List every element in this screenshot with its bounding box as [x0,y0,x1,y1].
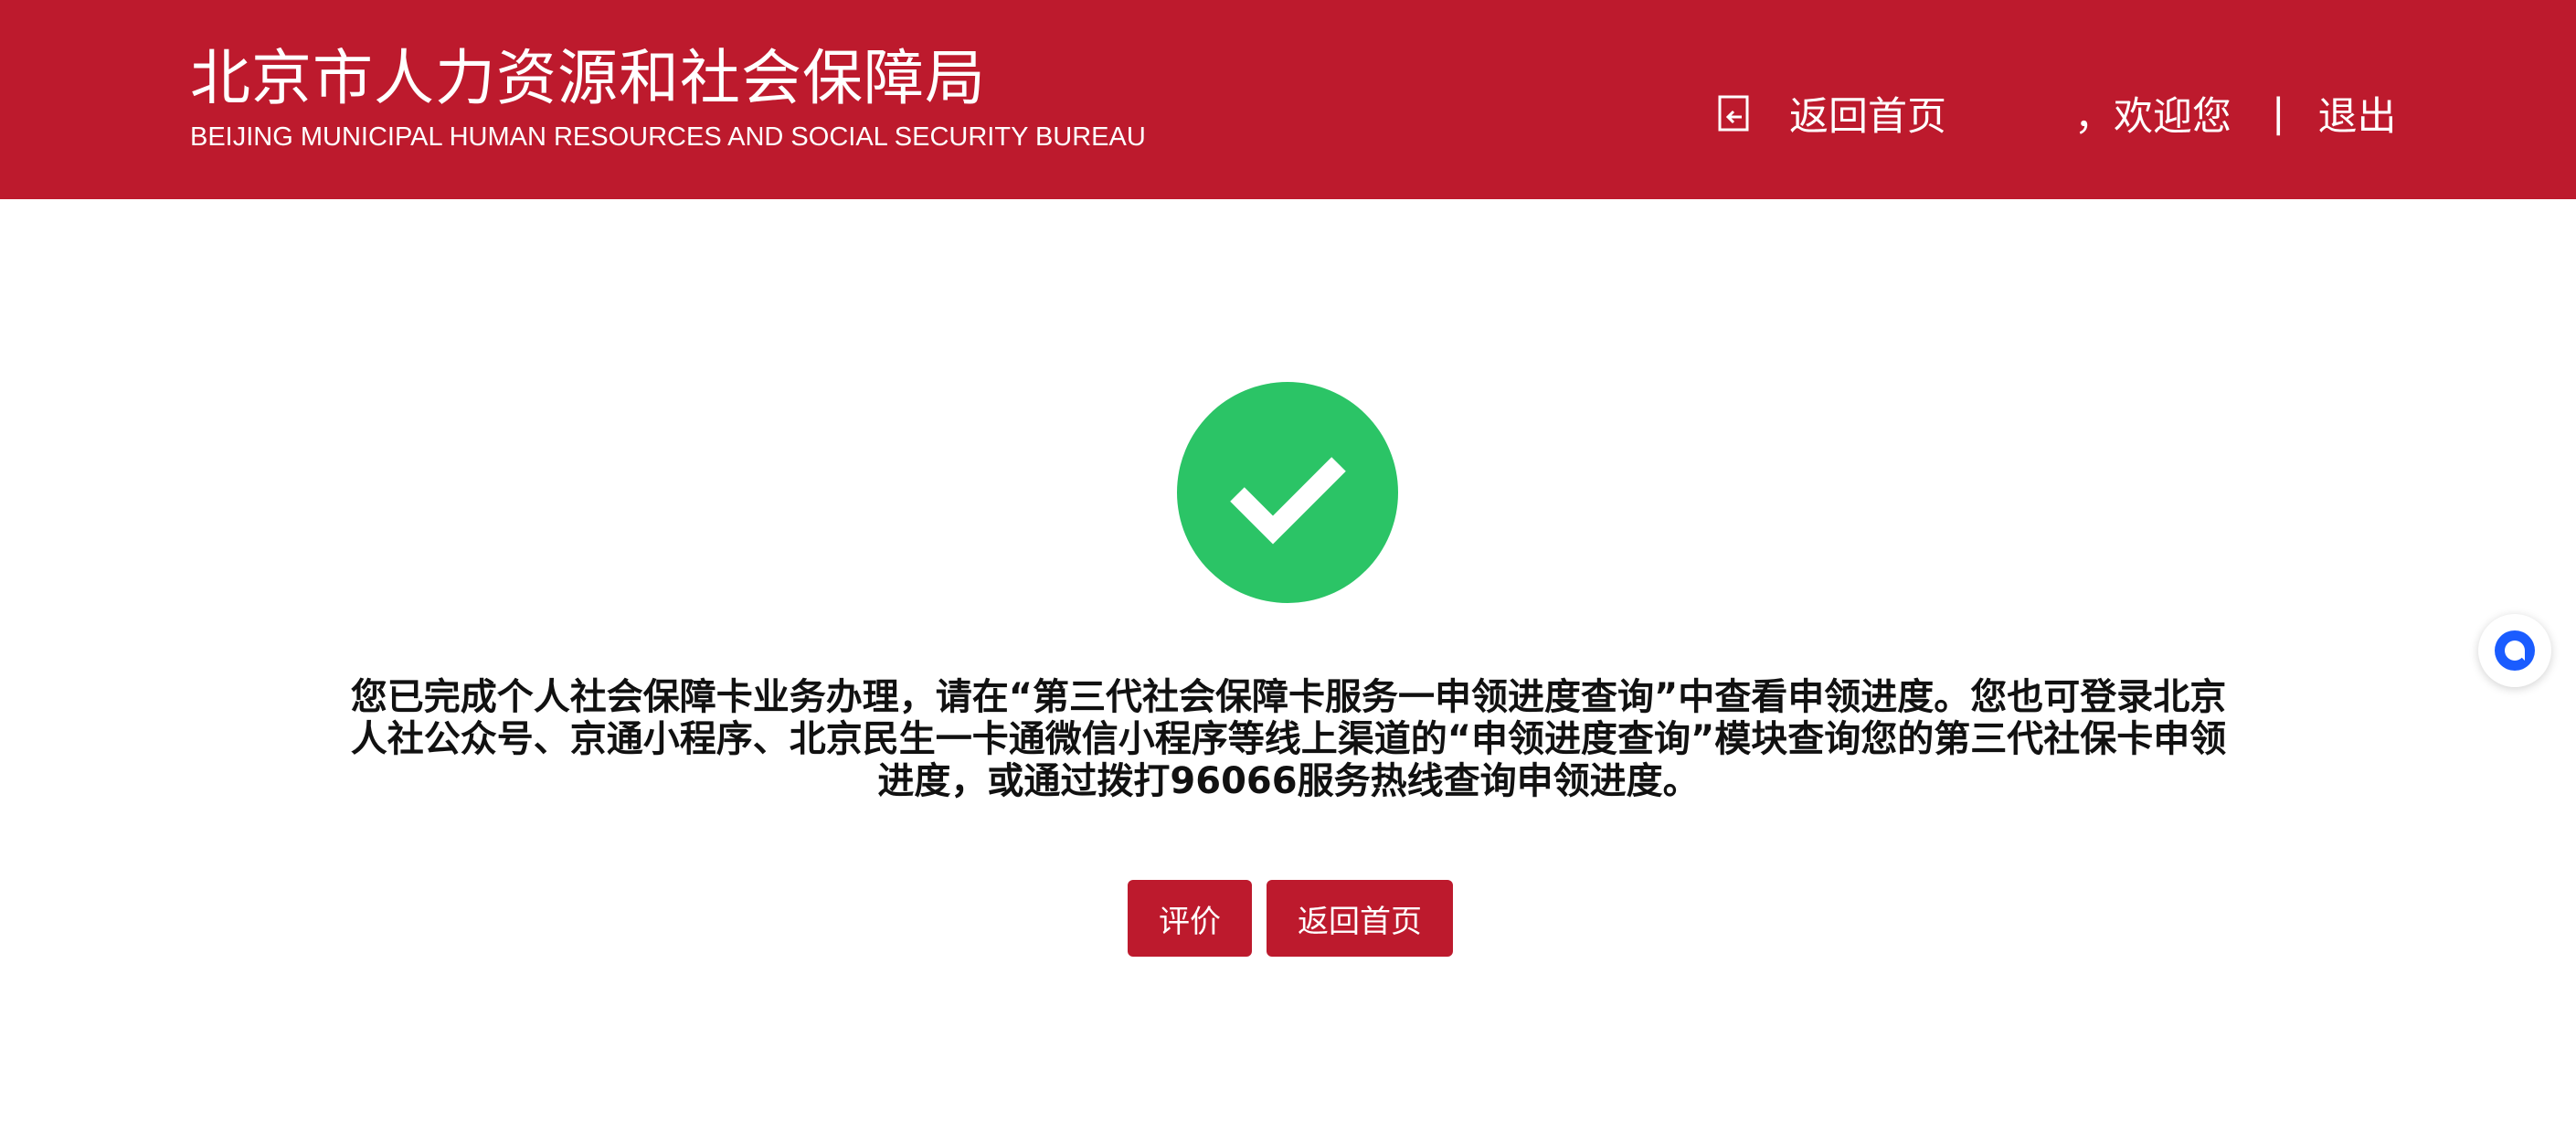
brand: 北京市人力资源和社会保障局 BEIJING MUNICIPAL HUMAN RE… [190,40,1146,154]
brand-subtitle: BEIJING MUNICIPAL HUMAN RESOURCES AND SO… [190,122,1146,152]
completion-message: 您已完成个人社会保障卡业务办理，请在“第三代社会保障卡服务一申领进度查询”中查看… [350,676,2227,802]
logout-link[interactable]: 退出 [2318,85,2397,142]
back-home-button[interactable]: 返回首页 [1267,880,1453,957]
action-buttons: 评价 返回首页 [1128,880,1453,957]
nav-separator: | [2272,90,2285,136]
site-header: 北京市人力资源和社会保障局 BEIJING MUNICIPAL HUMAN RE… [0,0,2576,199]
home-link-label: 返回首页 [1789,94,1946,140]
user-nav: ，欢迎您 | 退出 [2074,80,2397,146]
evaluate-button[interactable]: 评价 [1128,880,1252,957]
welcome-text: ，欢迎您 [2074,94,2231,140]
brand-title: 北京市人力资源和社会保障局 [190,43,986,113]
return-home-icon [1718,95,1749,132]
chat-bubble-icon [2495,630,2535,671]
floating-chat-widget[interactable] [2478,614,2551,687]
check-circle-icon [1177,382,1398,603]
home-link[interactable]: 返回首页 [1716,80,1946,146]
